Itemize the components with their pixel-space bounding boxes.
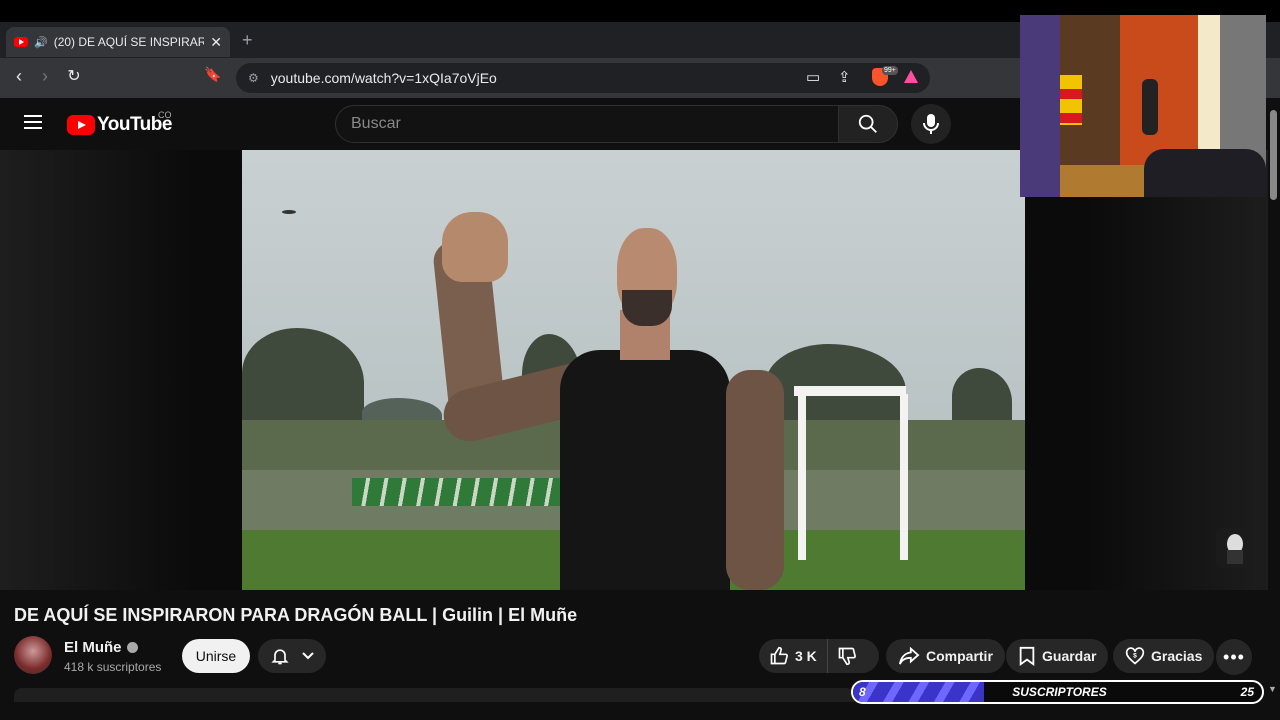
corner-avatar-icon (1216, 528, 1254, 568)
channel-name-row[interactable]: El Muñe (64, 639, 138, 656)
search-icon (858, 114, 877, 133)
share-button[interactable]: Compartir (886, 639, 1005, 673)
person-hand (442, 212, 508, 282)
person-beard (622, 290, 672, 326)
webcam-bag (1142, 79, 1158, 135)
search-placeholder: Buscar (351, 115, 401, 132)
scroll-down-arrow-icon[interactable]: ▼ (1268, 684, 1277, 694)
rice-field-rows (352, 478, 572, 506)
browser-tab[interactable]: 🔊 (20) DE AQUÍ SE INSPIRARON ✕ (6, 27, 230, 57)
description-box[interactable] (14, 688, 854, 702)
thanks-button[interactable]: $ Gracias (1113, 639, 1215, 673)
paraglider (282, 210, 296, 214)
url-text: youtube.com/watch?v=1xQIa7oVjEo (270, 70, 497, 86)
new-tab-icon[interactable]: + (242, 30, 253, 51)
person-body (560, 350, 730, 590)
speaker-icon[interactable]: 🔊 (34, 36, 48, 49)
subscriber-goal-bar: 8 SUSCRIPTORES 25 (851, 680, 1264, 704)
verified-icon (126, 642, 138, 653)
swing-frame (794, 386, 906, 396)
subscriber-goal-target: 25 (1240, 685, 1254, 699)
reload-icon[interactable]: ↻ (63, 66, 85, 86)
more-actions-button[interactable]: ••• (1216, 639, 1252, 675)
scrollbar-thumb[interactable] (1270, 110, 1277, 200)
brave-shields-badge: 99+ (882, 66, 898, 75)
address-bar[interactable]: ⚙ youtube.com/watch?v=1xQIa7oVjEo (236, 63, 930, 93)
share-label: Compartir (926, 648, 993, 664)
youtube-favicon-icon (14, 37, 28, 47)
back-icon[interactable]: ‹ (8, 66, 30, 87)
brave-rewards-icon[interactable] (904, 70, 918, 83)
save-label: Guardar (1042, 648, 1097, 664)
search-button[interactable] (838, 105, 898, 143)
swing-post (798, 394, 806, 560)
swing-post (900, 394, 908, 560)
video-player[interactable] (242, 150, 1025, 590)
youtube-logo[interactable]: YouTube CO (67, 110, 172, 136)
like-count: 3 K (795, 648, 817, 664)
site-settings-icon[interactable]: ⚙ (248, 71, 259, 85)
share-page-icon[interactable]: ⇪ (838, 68, 851, 86)
notifications-button[interactable] (258, 639, 326, 673)
person-arm (726, 370, 784, 590)
thanks-label: Gracias (1151, 648, 1203, 664)
like-button[interactable]: 3 K (759, 639, 828, 673)
tab-close-icon[interactable]: ✕ (210, 34, 222, 51)
subscriber-goal-label: SUSCRIPTORES (1012, 685, 1107, 699)
share-icon (899, 646, 920, 665)
dislike-button[interactable] (828, 639, 872, 673)
menu-icon[interactable] (24, 115, 42, 129)
webcam-flag (1060, 75, 1082, 125)
country-code: CO (158, 110, 172, 120)
bookmark-save-icon (1019, 646, 1035, 666)
thanks-heart-icon: $ (1125, 647, 1145, 665)
webcam-chair (1144, 149, 1266, 197)
swing-sign (802, 370, 898, 384)
voice-search-button[interactable] (911, 104, 951, 144)
webcam-overlay (1020, 15, 1266, 197)
join-button[interactable]: Unirse (182, 639, 250, 673)
thumbs-down-icon (838, 647, 856, 666)
like-dislike-group: 3 K (759, 639, 879, 673)
thumbs-up-icon (770, 646, 788, 665)
bookmark-icon[interactable]: 🔖 (202, 66, 224, 83)
bell-icon (270, 649, 289, 665)
video-title: DE AQUÍ SE INSPIRARON PARA DRAGÓN BALL |… (14, 605, 578, 625)
svg-text:$: $ (1133, 653, 1137, 660)
cast-icon[interactable]: ▭ (806, 68, 820, 86)
microphone-icon (923, 114, 939, 134)
youtube-play-icon (67, 115, 95, 135)
tab-title: (20) DE AQUÍ SE INSPIRARON (53, 35, 205, 49)
subscriber-count: 418 k suscriptores (64, 660, 162, 674)
forward-icon[interactable]: › (34, 66, 56, 87)
channel-name[interactable]: El Muñe (64, 639, 122, 656)
search-input[interactable]: Buscar (335, 105, 839, 143)
chevron-down-icon (301, 652, 314, 660)
channel-avatar[interactable] (14, 636, 52, 674)
save-button[interactable]: Guardar (1006, 639, 1109, 673)
